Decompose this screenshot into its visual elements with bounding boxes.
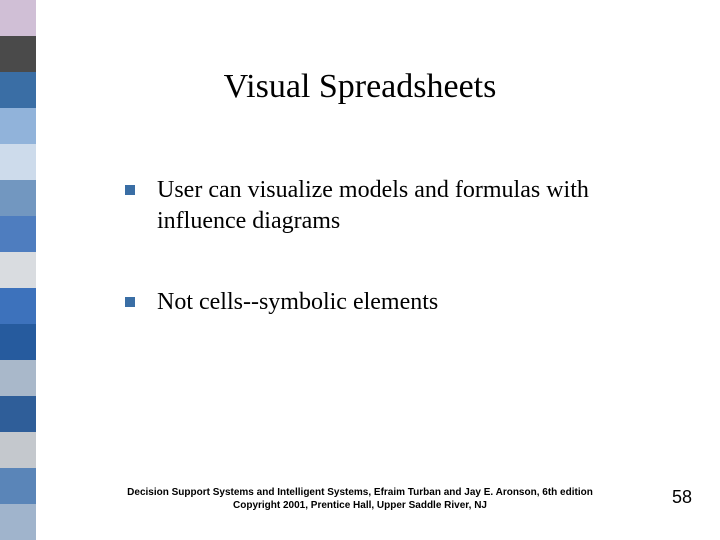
slide-footer: Decision Support Systems and Intelligent… [0,486,720,512]
slide-content: User can visualize models and formulas w… [125,175,660,369]
footer-line-1: Decision Support Systems and Intelligent… [0,486,720,499]
bullet-item: Not cells--symbolic elements [125,287,660,318]
bullet-marker-icon [125,185,135,195]
bullet-text: User can visualize models and formulas w… [157,175,660,237]
page-number: 58 [672,487,692,508]
bullet-text: Not cells--symbolic elements [157,287,438,318]
bullet-item: User can visualize models and formulas w… [125,175,660,237]
bullet-marker-icon [125,297,135,307]
slide-title: Visual Spreadsheets [0,68,720,106]
footer-line-2: Copyright 2001, Prentice Hall, Upper Sad… [0,499,720,512]
